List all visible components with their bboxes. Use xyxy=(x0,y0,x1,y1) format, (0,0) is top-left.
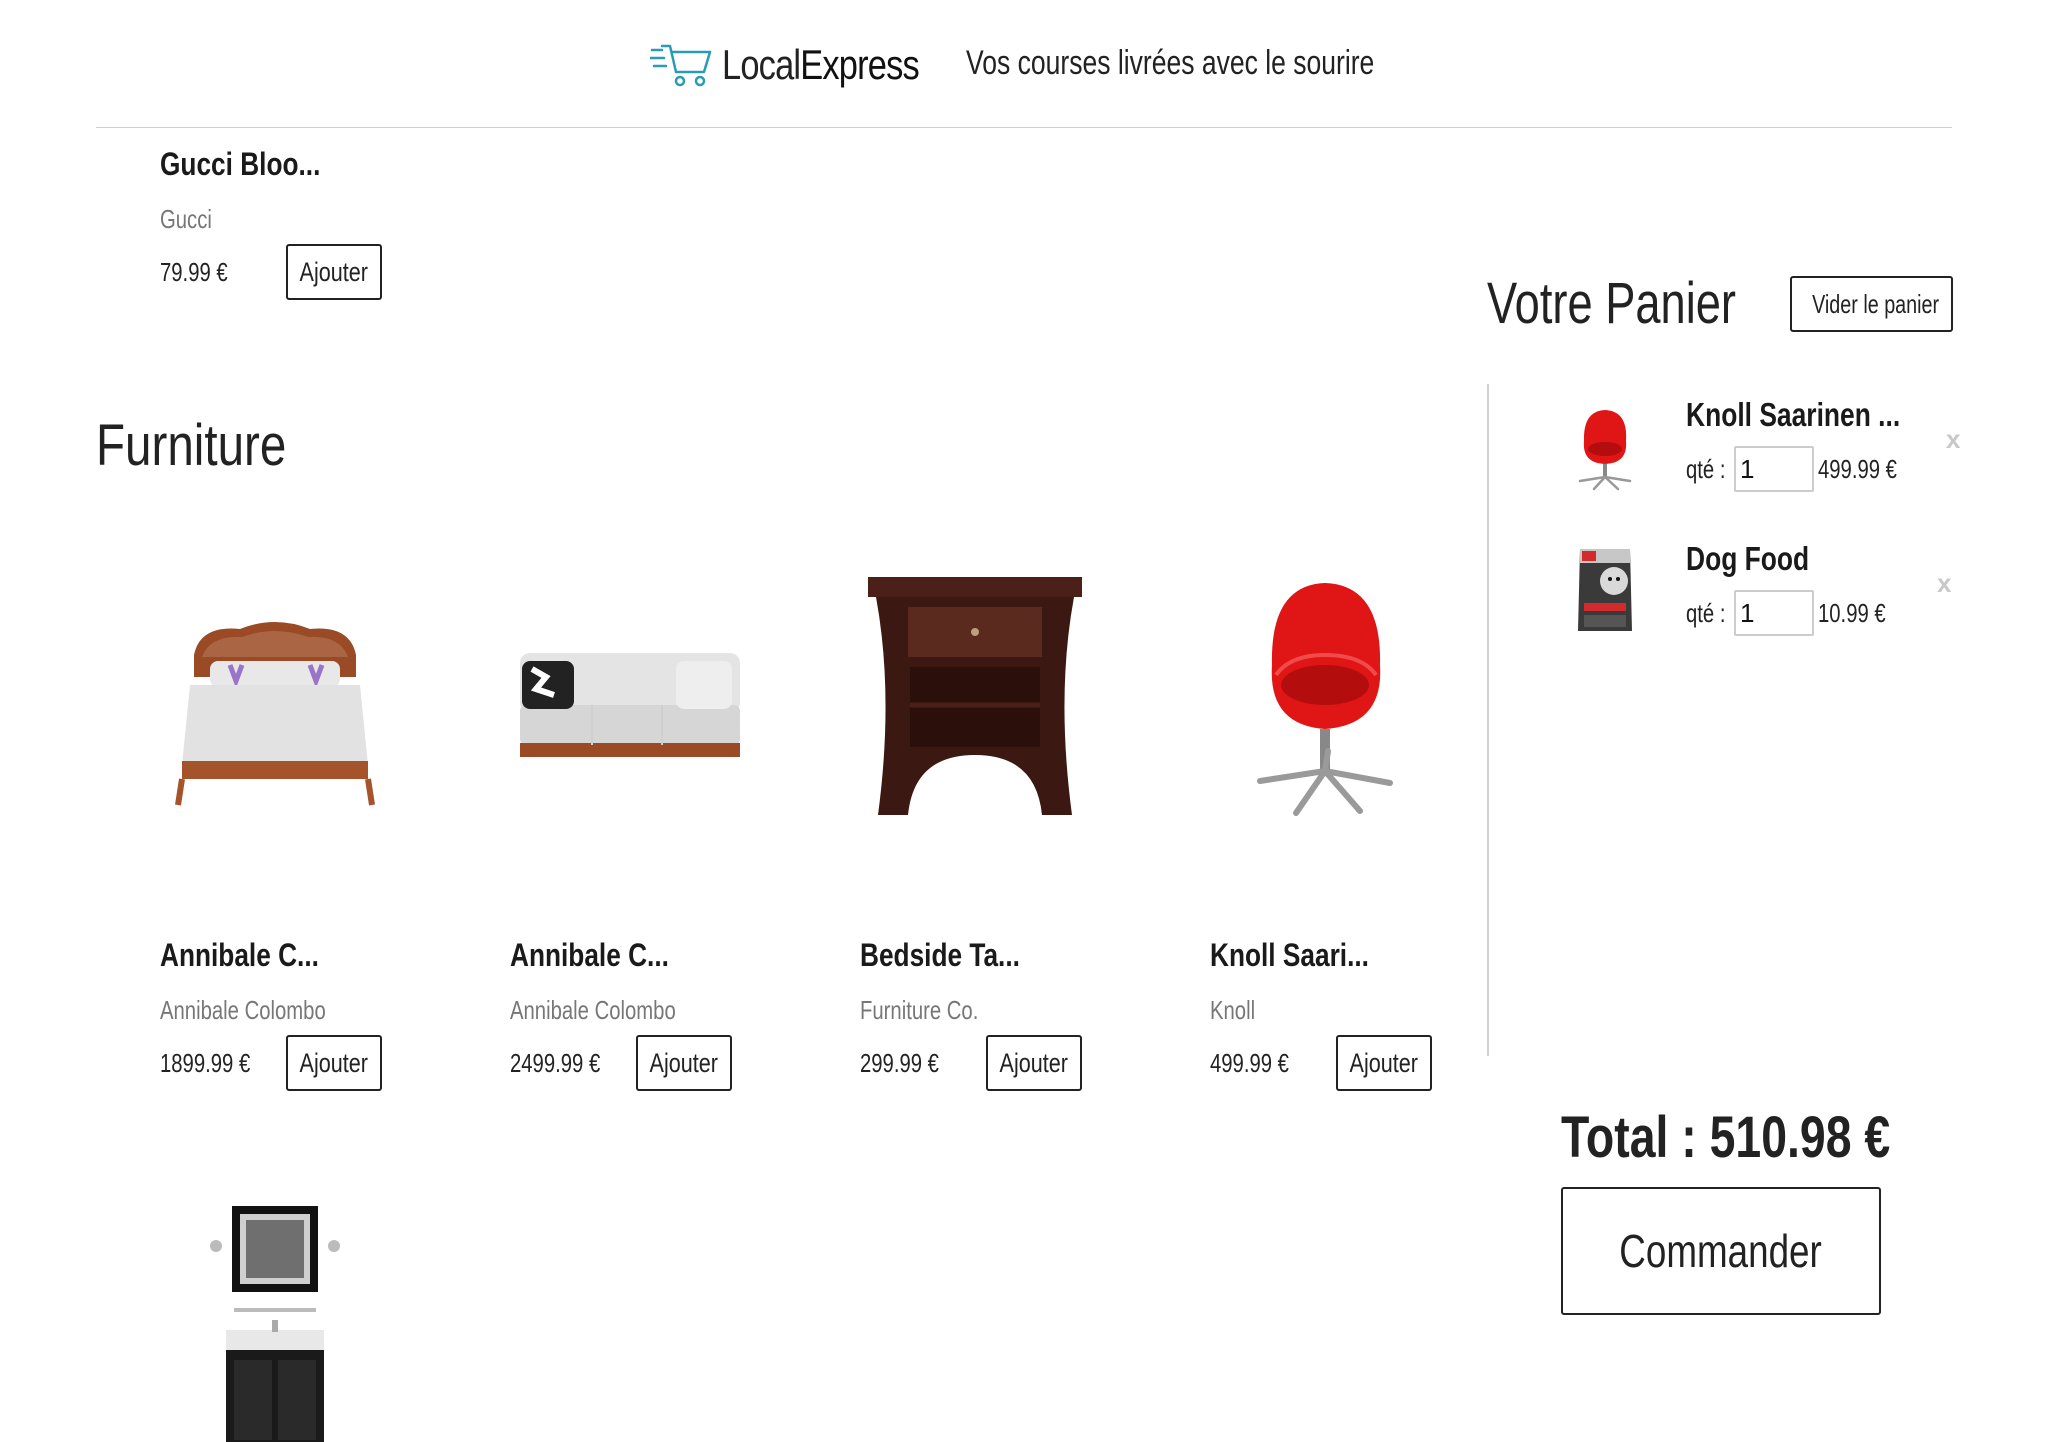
product-maker: Knoll xyxy=(1210,995,1256,1025)
add-to-cart-button[interactable]: Ajouter xyxy=(986,1035,1082,1091)
site-header: LocalExpress Vos courses livrées avec le… xyxy=(0,0,2048,128)
cart-item-price: 499.99 € xyxy=(1818,454,1897,484)
clear-cart-label: Vider le panier xyxy=(1812,288,1940,319)
shopping-cart-icon xyxy=(650,44,712,87)
product-price: 499.99 € xyxy=(1210,1048,1289,1078)
quantity-label: qté : xyxy=(1686,454,1726,484)
cart-total: Total : 510.98 € xyxy=(1561,1105,1891,1170)
product-image-red-chair[interactable] xyxy=(1210,545,1440,845)
add-button-label: Ajouter xyxy=(999,1047,1069,1078)
cart-item-thumbnail xyxy=(1560,540,1650,640)
cart-title: Votre Panier xyxy=(1487,271,1736,336)
checkout-button[interactable]: Commander xyxy=(1561,1187,1881,1315)
cart-item-price: 10.99 € xyxy=(1818,598,1886,628)
tagline: Vos courses livrées avec le sourire xyxy=(966,44,1375,82)
add-button-label: Ajouter xyxy=(299,256,369,287)
bathroom-vanity-image xyxy=(210,1206,340,1442)
product-price: 79.99 € xyxy=(160,257,228,287)
cart-item: Dog Food qté : 10.99 € x xyxy=(1560,540,1960,660)
cart-item-thumbnail xyxy=(1560,396,1650,496)
add-to-cart-button[interactable]: Ajouter xyxy=(286,244,382,300)
add-button-label: Ajouter xyxy=(299,1047,369,1078)
quantity-input[interactable] xyxy=(1734,446,1814,492)
category-title: Furniture xyxy=(96,413,287,478)
add-button-label: Ajouter xyxy=(649,1047,719,1078)
product-price: 2499.99 € xyxy=(510,1048,601,1078)
red-chair-image xyxy=(1257,583,1393,816)
quantity-input[interactable] xyxy=(1734,590,1814,636)
red-chair-thumb-icon xyxy=(1578,410,1632,491)
cart-divider xyxy=(1487,384,1489,1056)
cart-item: Knoll Saarinen ... qté : 499.99 € x xyxy=(1560,396,1960,516)
add-to-cart-button[interactable]: Ajouter xyxy=(1336,1035,1432,1091)
remove-item-button[interactable]: x xyxy=(1937,568,1951,599)
dog-food-bag-icon xyxy=(1578,549,1632,631)
product-maker: Furniture Co. xyxy=(860,995,979,1025)
add-to-cart-button[interactable]: Ajouter xyxy=(636,1035,732,1091)
cart-item-name: Dog Food xyxy=(1686,540,1810,577)
product-price: 1899.99 € xyxy=(160,1048,251,1078)
brand-light: Local xyxy=(722,41,801,88)
add-to-cart-button[interactable]: Ajouter xyxy=(286,1035,382,1091)
product-name[interactable]: Annibale C... xyxy=(160,937,319,974)
product-image-sofa[interactable] xyxy=(510,545,740,845)
product-image-bathroom-vanity[interactable] xyxy=(160,1180,390,1442)
product-maker: Gucci xyxy=(160,204,212,234)
product-name[interactable]: Bedside Ta... xyxy=(860,937,1020,974)
bedside-table-image xyxy=(868,577,1082,815)
quantity-label: qté : xyxy=(1686,598,1726,628)
checkout-label: Commander xyxy=(1619,1225,1823,1277)
logo[interactable]: LocalExpress xyxy=(650,40,962,90)
brand-name: LocalExpress xyxy=(722,41,920,89)
product-name[interactable]: Annibale C... xyxy=(510,937,669,974)
bed-image xyxy=(175,622,375,806)
clear-cart-button[interactable]: Vider le panier xyxy=(1790,276,1953,332)
product-name[interactable]: Gucci Bloo... xyxy=(160,146,320,183)
product-image-bedside-table[interactable] xyxy=(860,545,1090,845)
product-image-bed[interactable] xyxy=(160,545,390,845)
remove-item-button[interactable]: x xyxy=(1946,424,1960,455)
cart-item-name: Knoll Saarinen ... xyxy=(1686,396,1901,433)
product-price: 299.99 € xyxy=(860,1048,939,1078)
add-button-label: Ajouter xyxy=(1349,1047,1419,1078)
product-maker: Annibale Colombo xyxy=(160,995,326,1025)
sofa-image xyxy=(520,653,740,757)
header-divider xyxy=(96,127,1952,128)
product-name[interactable]: Knoll Saari... xyxy=(1210,937,1369,974)
product-maker: Annibale Colombo xyxy=(510,995,676,1025)
brand-bold: Express xyxy=(800,41,919,88)
